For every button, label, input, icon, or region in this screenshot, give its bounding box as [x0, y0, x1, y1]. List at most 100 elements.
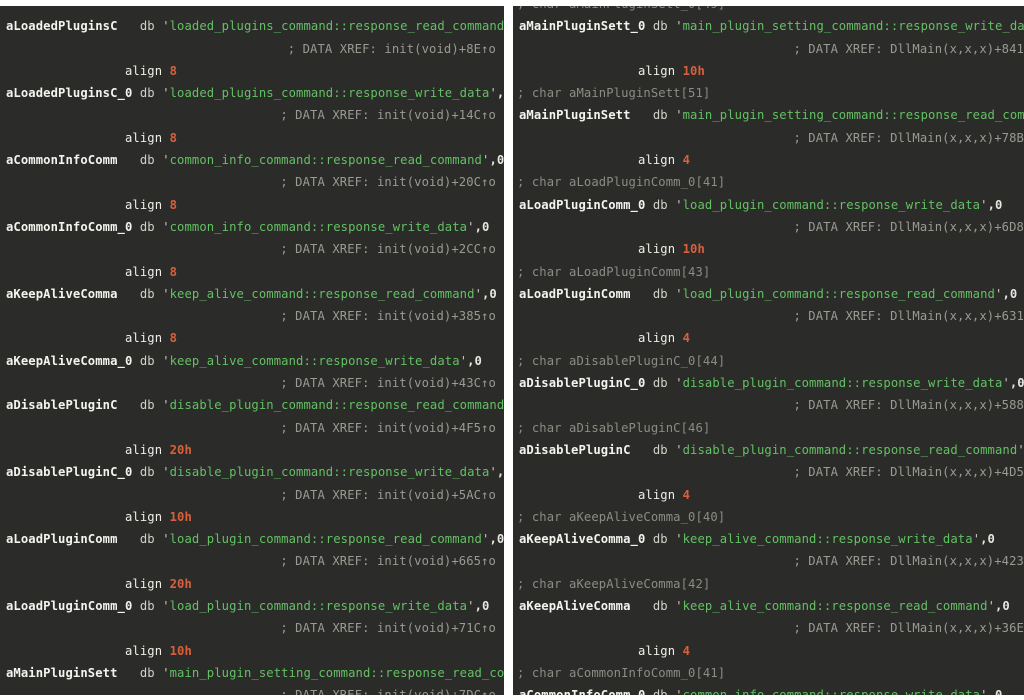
quote-open: ': [162, 465, 170, 480]
right-xref-comment[interactable]: ; DATA XREF: DllMain(x,x,x)+6D8: [513, 216, 1024, 238]
left-align-line[interactable]: align 10h: [0, 506, 504, 528]
xref-text: ; DATA XREF: DllMain(x,x,x)+631: [793, 309, 1024, 324]
left-data-line[interactable]: aDisablePluginC db 'disable_plugin_comma…: [0, 394, 504, 416]
string-literal: disable_plugin_command::response_read_co…: [169, 398, 504, 413]
right-data-line[interactable]: aDisablePluginC_0 db 'disable_plugin_com…: [513, 372, 1024, 394]
left-xref-comment[interactable]: ; DATA XREF: init(void)+4F5↑o: [0, 417, 504, 439]
symbol-label: aCommonInfoComm: [6, 153, 140, 168]
right-type-comment[interactable]: ; char aKeepAliveComma[42]: [513, 573, 1024, 595]
left-align-line[interactable]: align 8: [0, 194, 504, 216]
right-data-line[interactable]: aLoadPluginComm_0 db 'load_plugin_comman…: [513, 194, 1024, 216]
string-literal: disable_plugin_command::response_write_d…: [682, 376, 1003, 391]
right-align-line[interactable]: align 10h: [513, 238, 1024, 260]
align-keyword: align: [125, 576, 170, 591]
db-directive: db: [139, 286, 163, 301]
quote-open: ': [162, 532, 170, 547]
left-data-line[interactable]: aCommonInfoComm db 'common_info_command:…: [0, 149, 504, 171]
left-xref-comment[interactable]: ; DATA XREF: init(void)+20C↑o: [0, 171, 504, 193]
left-xref-comment[interactable]: ; DATA XREF: init(void)+385↑o: [0, 305, 504, 327]
right-type-comment[interactable]: ; char aLoadPluginComm_0[41]: [513, 171, 1024, 193]
terminator-byte: ,0: [1002, 286, 1018, 301]
string-literal: disable_plugin_command::response_read_co…: [682, 442, 1018, 457]
right-type-comment[interactable]: ; char aDisablePluginC_0[44]: [513, 350, 1024, 372]
left-align-line[interactable]: align 8: [0, 327, 504, 349]
quote-open: ': [675, 19, 683, 34]
xref-text: ; DATA XREF: init(void)+5AC↑o: [280, 487, 496, 502]
left-align-line[interactable]: align 8: [0, 261, 504, 283]
right-align-line[interactable]: align 4: [513, 484, 1024, 506]
left-xref-comment[interactable]: ; DATA XREF: init(void)+43C↑o: [0, 372, 504, 394]
right-data-line[interactable]: aMainPluginSett db 'main_plugin_setting_…: [513, 104, 1024, 126]
left-align-line[interactable]: align 8: [0, 127, 504, 149]
right-xref-comment[interactable]: ; DATA XREF: DllMain(x,x,x)+631: [513, 305, 1024, 327]
align-keyword: align: [125, 442, 170, 457]
comment-text: ; char aLoadPluginComm_0[41]: [517, 175, 726, 190]
code-listing-left[interactable]: aLoadedPluginsC db 'loaded_plugins_comma…: [0, 6, 504, 695]
right-type-comment[interactable]: ; char aLoadPluginComm[43]: [513, 261, 1024, 283]
code-listing-right[interactable]: ; char aMainPluginSett_0[49] aMainPluginS…: [513, 6, 1024, 695]
left-data-line[interactable]: aLoadPluginComm_0 db 'load_plugin_comman…: [0, 595, 504, 617]
right-align-line[interactable]: align 10h: [513, 60, 1024, 82]
right-data-line[interactable]: aKeepAliveComma_0 db 'keep_alive_command…: [513, 528, 1024, 550]
string-literal: main_plugin_setting_command::response_re…: [682, 108, 1024, 123]
right-align-line[interactable]: align 4: [513, 640, 1024, 662]
left-xref-comment[interactable]: ; DATA XREF: init(void)+14C↑o: [0, 104, 504, 126]
left-xref-comment[interactable]: ; DATA XREF: init(void)+71C↑o: [0, 617, 504, 639]
left-align-line[interactable]: align 20h: [0, 439, 504, 461]
right-xref-comment[interactable]: ; DATA XREF: DllMain(x,x,x)+841: [513, 38, 1024, 60]
left-align-line[interactable]: align 10h: [0, 640, 504, 662]
right-type-comment[interactable]: ; char aMainPluginSett_0[49]: [513, 6, 1024, 15]
quote-close: ': [459, 353, 468, 368]
right-xref-comment[interactable]: ; DATA XREF: DllMain(x,x,x)+36E: [513, 617, 1024, 639]
left-align-line[interactable]: align 8: [0, 60, 504, 82]
right-type-comment[interactable]: ; char aMainPluginSett[51]: [513, 82, 1024, 104]
left-partial-line[interactable]: [0, 6, 504, 15]
right-align-line[interactable]: align 4: [513, 149, 1024, 171]
right-xref-comment[interactable]: ; DATA XREF: DllMain(x,x,x)+423: [513, 550, 1024, 572]
align-keyword: align: [638, 643, 683, 658]
align-keyword: align: [125, 643, 170, 658]
left-data-line[interactable]: aLoadedPluginsC_0 db 'loaded_plugins_com…: [0, 82, 504, 104]
string-literal: main_plugin_setting_command::response_wr…: [682, 19, 1024, 34]
right-type-comment[interactable]: ; char aDisablePluginC[46]: [513, 417, 1024, 439]
left-xref-comment[interactable]: ; DATA XREF: init(void)+665↑o: [0, 550, 504, 572]
quote-close: ': [1017, 443, 1024, 457]
comment-text: ; char aKeepAliveComma_0[40]: [517, 509, 726, 524]
terminator-byte: ,0: [496, 86, 504, 101]
left-xref-comment[interactable]: ; DATA XREF: init(void)+2CC↑o: [0, 238, 504, 260]
terminator-byte: ,0: [474, 599, 490, 614]
right-data-line[interactable]: aLoadPluginComm db 'load_plugin_command:…: [513, 283, 1024, 305]
left-data-line[interactable]: aLoadedPluginsC db 'loaded_plugins_comma…: [0, 15, 504, 37]
left-data-line[interactable]: aKeepAliveComma db 'keep_alive_command::…: [0, 283, 504, 305]
right-data-line[interactable]: aDisablePluginC db 'disable_plugin_comma…: [513, 439, 1024, 461]
left-xref-comment[interactable]: ; DATA XREF: init(void)+5AC↑o: [0, 484, 504, 506]
xref-text: ; DATA XREF: DllMain(x,x,x)+78B: [793, 130, 1024, 145]
left-align-line[interactable]: align 20h: [0, 573, 504, 595]
right-data-line[interactable]: aCommonInfoComm_0 db 'common_info_comman…: [513, 684, 1024, 695]
db-directive: db: [652, 19, 676, 34]
right-xref-comment[interactable]: ; DATA XREF: DllMain(x,x,x)+78B: [513, 127, 1024, 149]
right-xref-comment[interactable]: ; DATA XREF: DllMain(x,x,x)+4D5: [513, 461, 1024, 483]
terminator-byte: ,0: [482, 286, 497, 301]
left-data-line[interactable]: aCommonInfoComm_0 db 'common_info_comman…: [0, 216, 504, 238]
disassembly-pane-right[interactable]: ; char aMainPluginSett_0[49] aMainPluginS…: [513, 6, 1024, 695]
left-data-line[interactable]: aDisablePluginC_0 db 'disable_plugin_com…: [0, 461, 504, 483]
quote-open: ': [162, 599, 170, 614]
db-directive: db: [652, 442, 676, 457]
left-xref-comment[interactable]: ; DATA XREF: init(void)+8E↑o: [0, 38, 504, 60]
right-data-line[interactable]: aKeepAliveComma db 'keep_alive_command::…: [513, 595, 1024, 617]
disassembly-pane-left[interactable]: aLoadedPluginsC db 'loaded_plugins_comma…: [0, 6, 504, 695]
right-align-line[interactable]: align 4: [513, 327, 1024, 349]
right-data-line[interactable]: aMainPluginSett_0 db 'main_plugin_settin…: [513, 15, 1024, 37]
right-type-comment[interactable]: ; char aKeepAliveComma_0[40]: [513, 506, 1024, 528]
right-type-comment[interactable]: ; char aCommonInfoComm_0[41]: [513, 662, 1024, 684]
db-directive: db: [139, 532, 163, 547]
right-xref-comment[interactable]: ; DATA XREF: DllMain(x,x,x)+588: [513, 394, 1024, 416]
comment-text: ; char aMainPluginSett[51]: [517, 86, 711, 101]
align-value: 4: [682, 153, 691, 168]
left-xref-comment[interactable]: ; DATA XREF: init(void)+7DC↑o: [0, 684, 504, 695]
align-keyword: align: [125, 63, 170, 78]
left-data-line[interactable]: aLoadPluginComm db 'load_plugin_command:…: [0, 528, 504, 550]
left-data-line[interactable]: aMainPluginSett db 'main_plugin_setting_…: [0, 662, 504, 684]
left-data-line[interactable]: aKeepAliveComma_0 db 'keep_alive_command…: [0, 350, 504, 372]
